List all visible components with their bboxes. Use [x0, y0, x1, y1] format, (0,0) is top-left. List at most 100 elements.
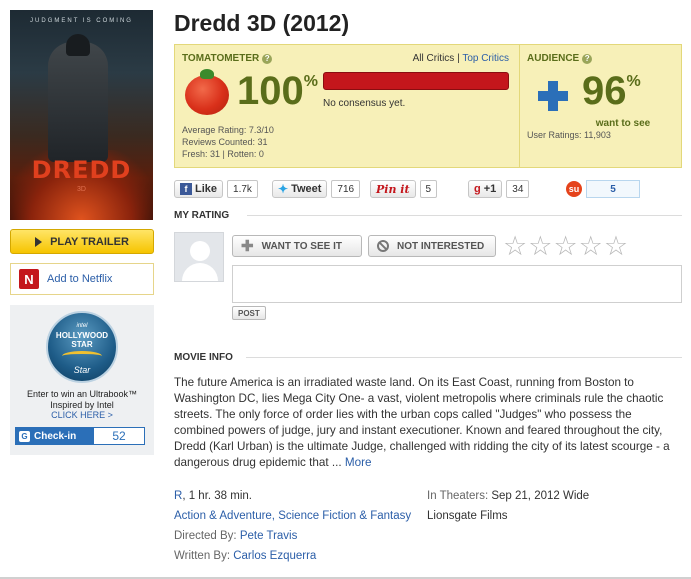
movie-info-heading: MOVIE INFO — [174, 352, 233, 363]
want-to-see-label: want to see — [595, 118, 651, 129]
checkin-count: 52 — [93, 427, 145, 445]
like-count: 1.7k — [227, 180, 258, 198]
promo-line-1: Enter to win an Ultrabook™ — [26, 389, 138, 399]
checkin-button[interactable]: G Check-in — [15, 427, 93, 445]
stumble-count: 5 — [586, 180, 640, 198]
checkin-widget: G Check-in 52 — [15, 427, 145, 445]
in-theaters: In Theaters: Sep 21, 2012 Wide — [427, 486, 589, 506]
critics-toggle: All Critics | Top Critics — [413, 53, 509, 64]
all-critics-link[interactable]: All Critics — [413, 53, 455, 64]
twitter-tweet: ✦ Tweet 716 — [272, 179, 361, 199]
promo-click-here-link[interactable]: CLICK HERE > — [10, 410, 154, 420]
synopsis: The future America is an irradiated wast… — [174, 375, 684, 471]
netflix-icon: N — [19, 269, 39, 289]
tomatometer-panel: TOMATOMETER ? All Critics | Top Critics … — [175, 45, 520, 167]
runtime: , 1 hr. 38 min. — [182, 490, 252, 502]
top-critics-link[interactable]: Top Critics — [462, 53, 509, 64]
star-1[interactable]: ☆ — [503, 233, 527, 260]
avatar — [174, 232, 224, 282]
pin-count: 5 — [419, 180, 438, 198]
google-plus-button[interactable]: g +1 — [468, 180, 503, 198]
badge-star: Star — [73, 365, 91, 375]
stumbleupon: su 5 — [566, 179, 640, 199]
directed-by-label: Directed By: — [174, 530, 237, 542]
critic-stats: Average Rating: 7.3/10 Reviews Counted: … — [182, 124, 274, 160]
facebook-like: f Like 1.7k — [174, 179, 258, 199]
genre-links[interactable]: Action & Adventure, Science Fiction & Fa… — [174, 510, 411, 522]
critics-consensus: No consensus yet. — [323, 98, 406, 109]
star-3[interactable]: ☆ — [553, 233, 577, 260]
pinterest-pin: Pin it 5 — [370, 179, 438, 199]
getglue-icon: G — [19, 430, 30, 442]
written-by: Written By: Carlos Ezquerra — [174, 546, 316, 566]
poster-subtitle: 3D — [77, 186, 86, 193]
not-interested-button[interactable]: NOT INTERESTED — [368, 235, 496, 257]
tomatometer-bar — [323, 72, 509, 90]
tomatometer-percent: % — [303, 73, 318, 90]
more-link[interactable]: More — [345, 456, 372, 469]
poster-helmet-art — [66, 34, 90, 56]
fresh-rotten-count: Fresh: 31 | Rotten: 0 — [182, 149, 264, 159]
audience-score: 96% — [582, 69, 641, 114]
star-rating: ☆ ☆ ☆ ☆ ☆ — [503, 233, 628, 260]
audience-label: AUDIENCE ? — [527, 53, 593, 64]
stumbleupon-icon[interactable]: su — [566, 181, 582, 197]
play-trailer-button[interactable]: PLAY TRAILER — [10, 229, 154, 254]
studio: Lionsgate Films — [427, 506, 508, 526]
audience-score-value: 96 — [582, 69, 627, 113]
star-2[interactable]: ☆ — [528, 233, 552, 260]
social-bar: f Like 1.7k ✦ Tweet 716 Pin it 5 g +1 34 su… — [174, 179, 682, 199]
play-trailer-label: PLAY TRAILER — [50, 235, 129, 248]
directed-by: Directed By: Pete Travis — [174, 526, 297, 546]
writer-link[interactable]: Carlos Ezquerra — [233, 550, 316, 562]
facebook-like-button[interactable]: f Like — [174, 180, 224, 198]
google-icon: g — [474, 183, 481, 195]
reviews-counted: Reviews Counted: 31 — [182, 137, 268, 147]
audience-panel: AUDIENCE ? 96% want to see User Ratings:… — [520, 45, 682, 167]
badge-title: HOLLYWOOD STAR — [55, 331, 109, 349]
post-button[interactable]: POST — [232, 306, 266, 320]
poster-title: DREDD — [31, 156, 132, 184]
review-textarea[interactable] — [232, 265, 682, 303]
want-to-see-it-button[interactable]: ✚ WANT TO SEE IT — [232, 235, 362, 257]
tweet-label: Tweet — [291, 183, 322, 195]
want-to-see-plus-icon — [538, 81, 568, 111]
scores-panel: TOMATOMETER ? All Critics | Top Critics … — [174, 44, 682, 168]
gplus-count: 34 — [506, 180, 530, 198]
critics-separator: | — [457, 53, 460, 64]
netflix-label: Add to Netflix — [47, 273, 113, 285]
poster-figure-art — [48, 42, 108, 162]
divider — [247, 215, 682, 216]
help-icon[interactable]: ? — [262, 53, 273, 64]
promo-line-2: Inspired by Intel — [50, 400, 114, 410]
tweet-button[interactable]: ✦ Tweet — [272, 180, 328, 198]
want-to-see-it-label: WANT TO SEE IT — [261, 240, 342, 252]
in-theaters-value: Sep 21, 2012 Wide — [491, 490, 590, 502]
my-rating-heading: MY RATING — [174, 210, 230, 221]
not-interested-label: NOT INTERESTED — [397, 240, 485, 252]
hollywood-star-badge[interactable]: intel HOLLYWOOD STAR Star — [46, 311, 118, 383]
star-4[interactable]: ☆ — [579, 233, 603, 260]
facebook-icon: f — [180, 183, 192, 195]
add-to-netflix-button[interactable]: N Add to Netflix — [10, 263, 154, 295]
tomatometer-label-text: TOMATOMETER — [182, 53, 260, 64]
help-icon[interactable]: ? — [582, 53, 593, 64]
not-interested-icon — [377, 240, 389, 252]
divider — [246, 357, 682, 358]
director-link[interactable]: Pete Travis — [240, 530, 298, 542]
in-theaters-label: In Theaters: — [427, 490, 489, 502]
plus-one-label: +1 — [483, 183, 497, 195]
twitter-icon: ✦ — [278, 182, 289, 196]
pin-it-button[interactable]: Pin it — [370, 180, 416, 198]
page-title: Dredd 3D (2012) — [174, 10, 350, 36]
studio-name: Lionsgate Films — [427, 510, 508, 522]
average-rating: Average Rating: 7.3/10 — [182, 125, 274, 135]
written-by-label: Written By: — [174, 550, 231, 562]
star-5[interactable]: ☆ — [604, 233, 628, 260]
intel-promo: intel HOLLYWOOD STAR Star Enter to win a… — [10, 305, 154, 455]
audience-label-text: AUDIENCE — [527, 53, 580, 64]
fresh-tomato-icon — [185, 69, 229, 115]
rating-runtime: R, 1 hr. 38 min. — [174, 486, 252, 506]
movie-poster[interactable]: JUDGMENT IS COMING DREDD 3D — [10, 10, 153, 220]
audience-percent: % — [626, 73, 641, 90]
